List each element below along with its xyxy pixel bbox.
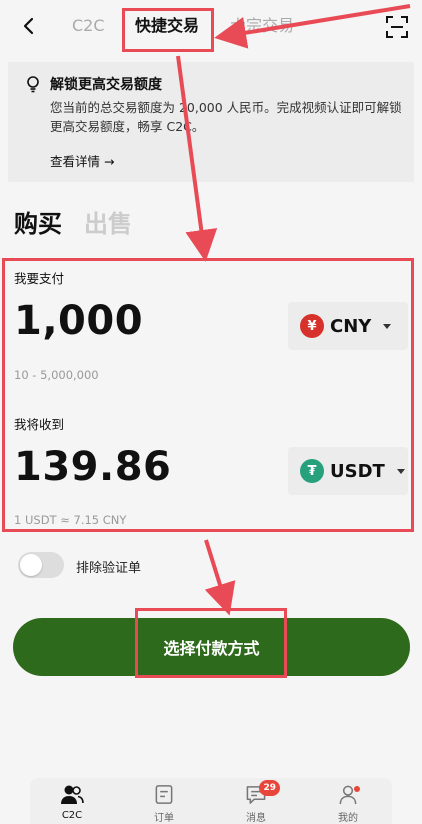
toggle-knob: [20, 554, 42, 576]
cny-icon: ¥: [300, 314, 324, 338]
limit-notice-card: 解锁更高交易额度 您当前的总交易额度为 20,000 人民币。完成视频认证即可解…: [8, 62, 414, 182]
select-payment-method-button[interactable]: 选择付款方式: [13, 618, 410, 676]
top-bar: C2C 快捷交易 大宗交易: [0, 0, 422, 56]
back-button[interactable]: [16, 14, 40, 38]
nav-item-messages[interactable]: 29 消息: [226, 780, 286, 824]
tab-c2c[interactable]: C2C: [72, 16, 105, 36]
tab-sell[interactable]: 出售: [84, 204, 132, 239]
tab-block-trade[interactable]: 大宗交易: [230, 16, 294, 36]
bottom-nav: C2C 订单 29 消息 我的: [30, 778, 392, 824]
receive-currency-code: USDT: [330, 460, 385, 482]
exchange-rate: 1 USDT ≈ 7.15 CNY: [14, 513, 127, 527]
scan-button[interactable]: [386, 16, 408, 38]
tab-quick-trade[interactable]: 快捷交易: [135, 16, 199, 36]
pay-currency-code: CNY: [330, 315, 372, 337]
nav-label-c2c: C2C: [61, 810, 83, 821]
nav-label-profile: 我的: [338, 813, 358, 824]
chevron-down-icon: [396, 468, 405, 474]
receive-label: 我将收到: [14, 417, 65, 432]
pay-currency-select[interactable]: ¥ CNY: [288, 302, 408, 350]
nav-label-messages: 消息: [246, 813, 266, 824]
receive-currency-select[interactable]: ₮ USDT: [288, 447, 408, 495]
nav-item-profile[interactable]: 我的: [318, 784, 378, 824]
pay-amount-input[interactable]: 1,000: [14, 298, 143, 344]
view-details-link[interactable]: 查看详情 →: [50, 151, 114, 170]
nav-item-orders[interactable]: 订单: [134, 784, 194, 824]
back-arrow-icon: [23, 17, 34, 35]
exclude-verified-label: 排除验证单: [76, 561, 142, 576]
nav-item-c2c[interactable]: C2C: [42, 784, 102, 824]
notice-title: 解锁更高交易额度: [50, 77, 162, 93]
nav-label-orders: 订单: [154, 813, 174, 824]
lightbulb-icon: [27, 76, 39, 93]
profile-notification-dot: [354, 786, 360, 792]
arrow-to-cta: [204, 539, 236, 616]
order-icon: [155, 785, 173, 804]
scan-icon: [386, 16, 408, 38]
chevron-down-icon: [383, 323, 392, 329]
receive-amount-input[interactable]: 139.86: [14, 444, 171, 490]
usdt-icon: ₮: [300, 459, 324, 483]
users-icon: [61, 785, 84, 804]
tab-buy[interactable]: 购买: [14, 204, 62, 239]
message-badge: 29: [259, 780, 280, 796]
notice-body: 您当前的总交易额度为 20,000 人民币。完成视频认证即可解锁更高交易额度，畅…: [50, 100, 402, 134]
pay-range-hint: 10 - 5,000,000: [14, 368, 99, 382]
trade-form: 我要支付 1,000 ¥ CNY 10 - 5,000,000 我将收到 139…: [2, 258, 414, 532]
exclude-verified-toggle[interactable]: [18, 552, 64, 578]
pay-label: 我要支付: [14, 271, 65, 286]
